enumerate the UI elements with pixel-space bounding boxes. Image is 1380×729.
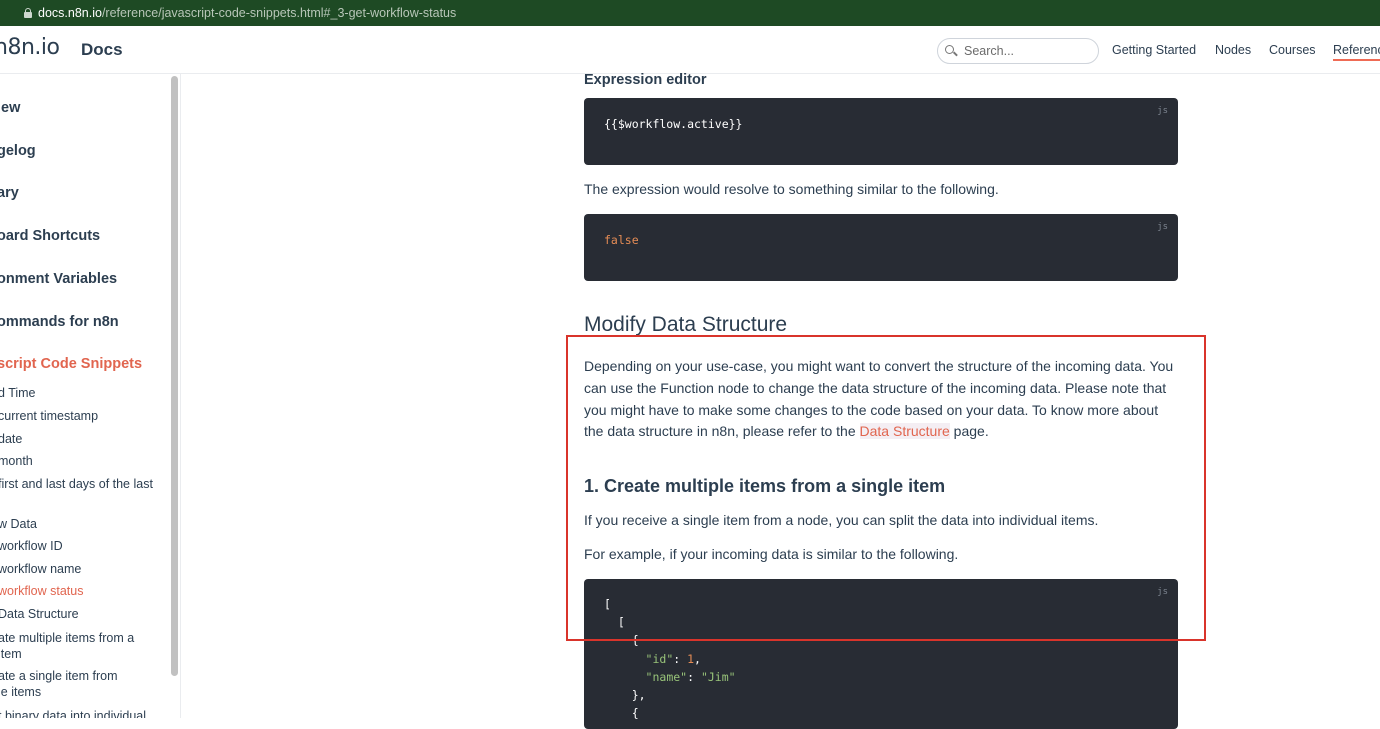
url-host: docs.n8n.io xyxy=(38,6,102,20)
code-line: }, xyxy=(604,688,646,703)
code-result-text: false xyxy=(604,233,639,247)
resolve-text: The expression would resolve to somethin… xyxy=(584,181,999,197)
subsection-title: 1. Create multiple items from a single i… xyxy=(584,476,946,496)
sidebar-subitem-binary-data[interactable]: t binary data into individual xyxy=(0,708,146,718)
code-lang-label: js xyxy=(1157,222,1168,232)
code-number: 1 xyxy=(687,651,695,666)
code-key: "name" xyxy=(645,669,688,684)
sidebar-item-glossary[interactable]: ary xyxy=(0,185,19,201)
paragraph-split-items: If you receive a single item from a node… xyxy=(584,512,1099,528)
code-string: "Jim" xyxy=(700,669,736,684)
code-line: "name": "Jim" xyxy=(645,669,736,684)
code-line: [ xyxy=(604,597,611,611)
sidebar-item-keyboard-shortcuts[interactable]: oard Shortcuts xyxy=(0,228,100,244)
url-path: /reference/javascript-code-snippets.html… xyxy=(101,6,457,20)
browser-url-bar[interactable]: docs.n8n.io/reference/javascript-code-sn… xyxy=(0,0,1380,26)
sidebar: iew gelog ary oard Shortcuts onment Vari… xyxy=(0,74,181,718)
sidebar-subitem-create-multiple-items[interactable]: ate multiple items from a xyxy=(0,630,134,646)
code-block-result: js false xyxy=(584,214,1178,281)
code-line: { xyxy=(604,706,639,721)
sidebar-subitem-workflow-id[interactable]: workflow ID xyxy=(0,538,63,554)
data-structure-link[interactable]: Data Structure xyxy=(859,423,950,440)
sidebar-subitem-workflow-data[interactable]: w Data xyxy=(0,516,37,532)
code-expression-text: {{$workflow.active}} xyxy=(604,117,743,131)
code-block-expression: js {{$workflow.active}} xyxy=(584,98,1178,165)
sidebar-subitem-date-time[interactable]: d Time xyxy=(0,385,36,401)
sidebar-item-overview[interactable]: iew xyxy=(0,100,20,116)
lock-icon xyxy=(24,8,32,18)
sidebar-subitem-date[interactable]: date xyxy=(0,431,22,447)
section-paragraph: Depending on your use-case, you might wa… xyxy=(584,356,1178,443)
sidebar-subitem-create-multiple-items-cont[interactable]: item xyxy=(0,646,22,662)
code-lang-label: js xyxy=(1157,587,1168,597)
code-block-example-data: js [ [ { "id": 1, "name": "Jim" }, { xyxy=(584,579,1178,729)
code-line: [ xyxy=(604,615,625,630)
nav-nodes[interactable]: Nodes xyxy=(1215,43,1251,57)
sidebar-subitem-current-timestamp[interactable]: current timestamp xyxy=(0,408,98,424)
nav-getting-started[interactable]: Getting Started xyxy=(1112,43,1196,57)
sidebar-subitem-workflow-name[interactable]: workflow name xyxy=(0,561,81,577)
section-title-modify-data-structure: Modify Data Structure xyxy=(584,313,788,336)
sidebar-item-cli-commands[interactable]: ommands for n8n xyxy=(0,314,119,330)
sidebar-item-environment-variables[interactable]: onment Variables xyxy=(0,271,117,287)
sidebar-subitem-workflow-status[interactable]: workflow status xyxy=(0,583,83,599)
code-line: "id": 1, xyxy=(645,651,701,666)
n8n-logo[interactable]: n8n.io xyxy=(0,35,60,60)
expression-editor-heading: Expression editor xyxy=(584,72,707,88)
code-line: { xyxy=(604,633,639,648)
sidebar-subitem-month[interactable]: month xyxy=(0,453,33,469)
code-key: "id" xyxy=(645,651,674,666)
site-header: n8n.io Docs Getting Started Nodes Course… xyxy=(0,26,1380,74)
sidebar-item-javascript-code-snippets[interactable]: script Code Snippets xyxy=(0,356,142,372)
code-lang-label: js xyxy=(1157,106,1168,116)
search-box[interactable] xyxy=(937,38,1099,64)
sidebar-scrollbar[interactable] xyxy=(171,76,178,676)
sidebar-item-changelog[interactable]: gelog xyxy=(0,143,36,159)
nav-reference[interactable]: Referenc xyxy=(1333,43,1380,61)
paragraph-example: For example, if your incoming data is si… xyxy=(584,546,959,562)
sidebar-subitem-create-single-item-cont[interactable]: le items xyxy=(0,684,41,700)
search-input[interactable] xyxy=(962,43,1091,59)
sidebar-subitem-data-structure[interactable]: Data Structure xyxy=(0,606,79,622)
paragraph-text-end: page. xyxy=(949,423,989,440)
code-example-lines: [ [ { "id": 1, "name": "Jim" }, { xyxy=(604,595,736,722)
nav-courses[interactable]: Courses xyxy=(1269,43,1316,57)
sidebar-subitem-first-last-days[interactable]: first and last days of the last xyxy=(0,476,153,492)
site-title[interactable]: Docs xyxy=(81,40,123,60)
sidebar-subitem-create-single-item[interactable]: ate a single item from xyxy=(0,668,118,684)
search-icon xyxy=(945,45,954,54)
